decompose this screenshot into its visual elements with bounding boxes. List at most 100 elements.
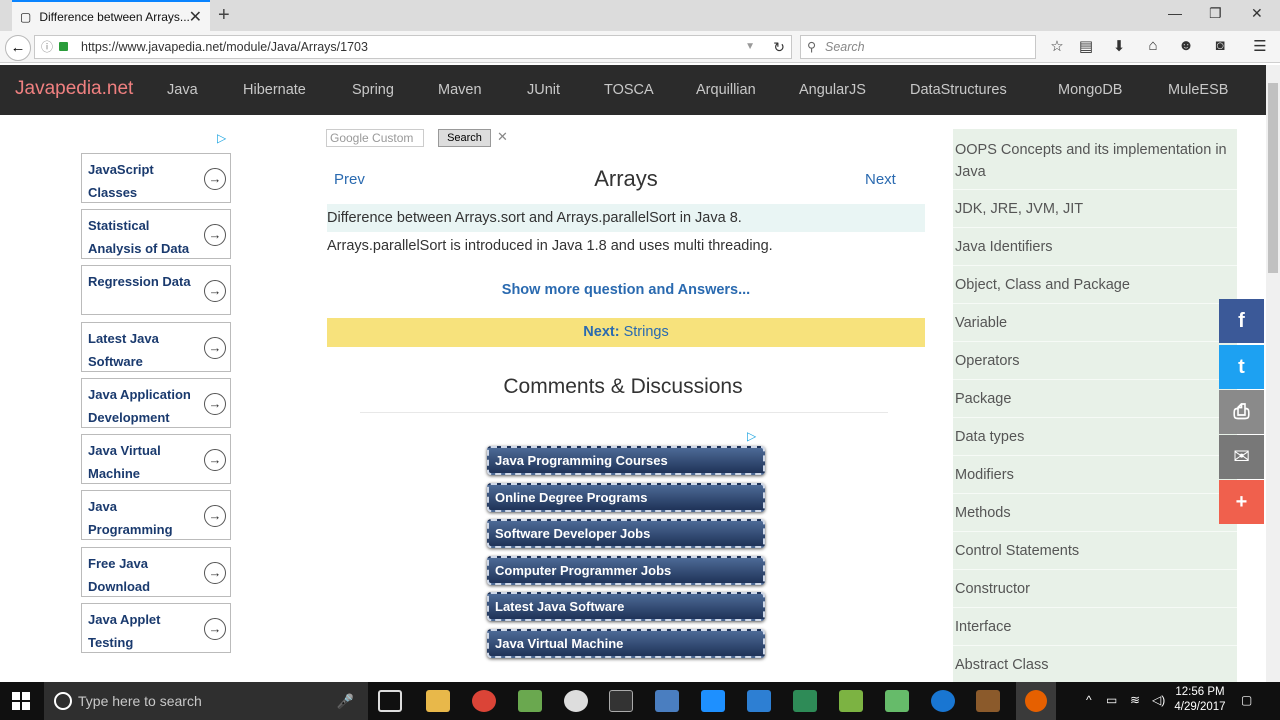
ad-button[interactable]: Java Programming Courses: [487, 446, 765, 475]
visual-studio-code-icon[interactable]: [747, 690, 771, 712]
nav-arquillian[interactable]: Arquillian: [696, 82, 756, 98]
notifications-icon[interactable]: ▢: [1241, 693, 1252, 707]
ad-button[interactable]: Software Developer Jobs: [487, 519, 765, 548]
ad-link[interactable]: JavaScript Classes →: [81, 153, 231, 203]
sidebar-item-variable[interactable]: Variable: [953, 312, 1237, 334]
ad-link[interactable]: Latest Java Software →: [81, 322, 231, 372]
ad-link[interactable]: Java Programming →: [81, 490, 231, 540]
app-icon[interactable]: [793, 690, 817, 712]
menu-icon[interactable]: ☰: [1250, 37, 1270, 55]
print-share-button[interactable]: ⎙: [1219, 390, 1264, 434]
wifi-icon[interactable]: ≋: [1130, 693, 1140, 707]
microphone-icon[interactable]: 🎤: [337, 682, 354, 720]
sidebar-item-data-types[interactable]: Data types: [953, 426, 1237, 448]
browser-search-input[interactable]: ⚲ Search: [800, 35, 1036, 59]
nav-angularjs[interactable]: AngularJS: [799, 82, 866, 98]
back-button[interactable]: ←: [5, 35, 31, 61]
nav-junit[interactable]: JUnit: [527, 82, 560, 98]
app-icon[interactable]: [885, 690, 909, 712]
taskbar-search[interactable]: Type here to search 🎤: [44, 682, 368, 720]
sidebar-item-operators[interactable]: Operators: [953, 350, 1237, 372]
facebook-share-button[interactable]: f: [1219, 299, 1264, 343]
home-icon[interactable]: ⌂: [1143, 37, 1163, 54]
ad-link[interactable]: Java Applet Testing →: [81, 603, 231, 653]
ad-link[interactable]: Regression Data →: [81, 265, 231, 315]
close-window-button[interactable]: ✕: [1251, 5, 1263, 22]
edge-icon[interactable]: [931, 690, 955, 712]
sidebar-item-oops[interactable]: OOPS Concepts and its implementation in …: [953, 139, 1237, 183]
email-share-button[interactable]: ✉: [1219, 435, 1264, 479]
app-icon[interactable]: [518, 690, 542, 712]
volume-icon[interactable]: ◁): [1152, 693, 1165, 707]
app-icon[interactable]: [976, 690, 1000, 712]
scrollbar-thumb[interactable]: [1268, 83, 1278, 273]
sidebar-item-abstract-class[interactable]: Abstract Class: [953, 654, 1237, 676]
url-bar[interactable]: ⓘ https://www.javapedia.net/module/Java/…: [34, 35, 792, 59]
app-icon[interactable]: [839, 690, 863, 712]
show-more-link[interactable]: Show more question and Answers...: [327, 282, 925, 298]
next-topic-bar[interactable]: Next: Strings: [327, 318, 925, 347]
next-bar-target[interactable]: Strings: [624, 324, 669, 340]
new-tab-button[interactable]: +: [218, 4, 230, 27]
sidebar-item-methods[interactable]: Methods: [953, 502, 1237, 524]
ad-link[interactable]: Free Java Download →: [81, 547, 231, 597]
adchoices-icon[interactable]: ▷: [747, 429, 756, 443]
nav-datastructures[interactable]: DataStructures: [910, 82, 1007, 98]
sidebar-item-jdk[interactable]: JDK, JRE, JVM, JIT: [953, 198, 1237, 220]
more-share-button[interactable]: +: [1219, 480, 1264, 524]
ad-link[interactable]: Java Virtual Machine →: [81, 434, 231, 484]
nav-maven[interactable]: Maven: [438, 82, 482, 98]
browser-tab[interactable]: ▢ Difference between Arrays... ✕: [12, 0, 210, 31]
sidebar-item-object-class[interactable]: Object, Class and Package: [953, 274, 1237, 296]
chat-icon[interactable]: ☻: [1176, 37, 1196, 54]
sidebar-item-constructor[interactable]: Constructor: [953, 578, 1237, 600]
file-explorer-icon[interactable]: [426, 690, 450, 712]
terminal-icon[interactable]: [609, 690, 633, 712]
maximize-button[interactable]: ❐: [1209, 5, 1222, 22]
reload-icon[interactable]: ↻: [773, 36, 785, 58]
ad-button[interactable]: Online Degree Programs: [487, 483, 765, 512]
battery-icon[interactable]: ▭: [1106, 693, 1117, 707]
download-icon[interactable]: ⬇: [1109, 37, 1129, 55]
reading-list-icon[interactable]: ▤: [1076, 37, 1096, 55]
nav-tosca[interactable]: TOSCA: [604, 82, 654, 98]
nav-java[interactable]: Java: [167, 82, 198, 98]
page-scrollbar[interactable]: [1266, 65, 1280, 682]
prev-link[interactable]: Prev: [334, 171, 365, 188]
nav-muleesb[interactable]: MuleESB: [1168, 82, 1228, 98]
bookmark-star-icon[interactable]: ☆: [1047, 37, 1067, 55]
google-custom-search-input[interactable]: Google Custom: [326, 129, 424, 147]
start-button[interactable]: [12, 692, 30, 710]
pocket-icon[interactable]: ◙: [1210, 37, 1230, 54]
close-tab-icon[interactable]: ✕: [189, 7, 202, 27]
nav-mongodb[interactable]: MongoDB: [1058, 82, 1122, 98]
sidebar-item-package[interactable]: Package: [953, 388, 1237, 410]
minimize-button[interactable]: —: [1168, 5, 1182, 21]
dropdown-icon[interactable]: ▼: [745, 36, 755, 58]
adchoices-icon[interactable]: ▷: [217, 131, 226, 145]
nav-hibernate[interactable]: Hibernate: [243, 82, 306, 98]
mail-icon[interactable]: [701, 690, 725, 712]
ad-button[interactable]: Java Virtual Machine: [487, 629, 765, 658]
firefox-taskbar-button[interactable]: [1016, 682, 1056, 720]
ad-link[interactable]: Statistical Analysis of Data →: [81, 209, 231, 259]
task-view-icon[interactable]: [378, 690, 402, 712]
search-button[interactable]: Search: [438, 129, 491, 147]
app-icon[interactable]: [655, 690, 679, 712]
nav-spring[interactable]: Spring: [352, 82, 394, 98]
next-link[interactable]: Next: [865, 171, 896, 188]
tray-chevron-icon[interactable]: ^: [1086, 693, 1092, 707]
sidebar-item-interface[interactable]: Interface: [953, 616, 1237, 638]
ad-button[interactable]: Computer Programmer Jobs: [487, 556, 765, 585]
ad-link[interactable]: Java Application Development →: [81, 378, 231, 428]
twitter-share-button[interactable]: t: [1219, 345, 1264, 389]
site-logo[interactable]: Javapedia.net: [15, 78, 133, 100]
ad-button[interactable]: Latest Java Software: [487, 592, 765, 621]
info-icon[interactable]: ⓘ: [41, 36, 53, 58]
sidebar-item-control-statements[interactable]: Control Statements: [953, 540, 1237, 562]
sidebar-item-identifiers[interactable]: Java Identifiers: [953, 236, 1237, 258]
chrome-icon[interactable]: [472, 690, 496, 712]
sidebar-item-modifiers[interactable]: Modifiers: [953, 464, 1237, 486]
clock[interactable]: 12:56 PM 4/29/2017: [1170, 685, 1230, 715]
clear-icon[interactable]: ✕: [497, 129, 508, 145]
